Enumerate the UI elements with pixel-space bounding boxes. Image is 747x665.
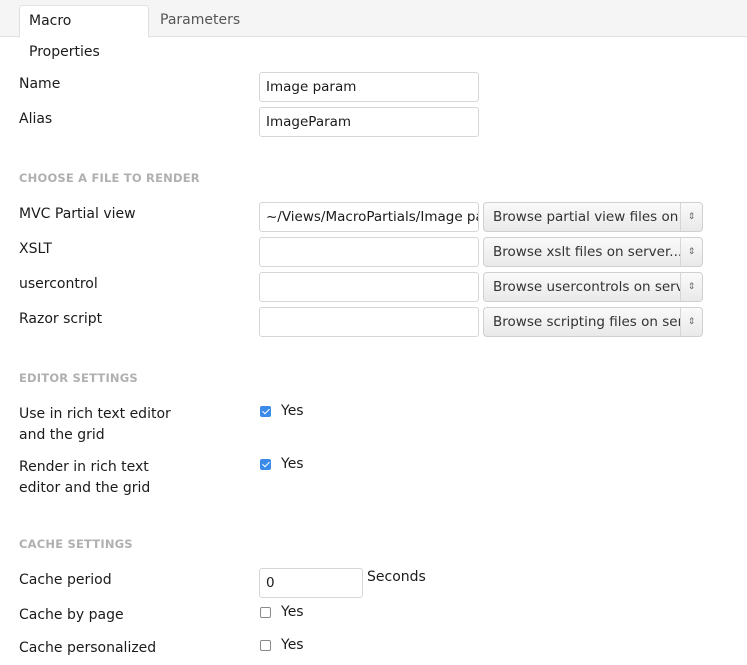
render-in-rte-label-line2: editor and the grid [19,480,151,496]
cache-personalized-checkbox[interactable] [260,640,271,651]
tab-bar: Macro Properties Parameters [0,0,747,60]
name-label: Name [19,76,61,92]
select-value: Browse scripting files on server... [493,314,681,330]
usercontrol-label: usercontrol [19,276,98,292]
use-in-rte-label-line1: Use in rich text editor [19,406,171,422]
tab-parameters[interactable]: Parameters [151,5,249,38]
alias-label: Alias [19,111,53,127]
select-arrows-icon: ⇕ [680,308,702,336]
select-arrows-icon: ⇕ [680,203,702,231]
cache-by-page-label: Cache by page [19,607,124,623]
usercontrol-browse-select[interactable]: Browse usercontrols on server... ⇕ [483,272,703,302]
use-in-rte-option-label[interactable]: Yes [281,403,304,419]
razor-script-input[interactable] [259,307,479,337]
render-in-rte-label-line1: Render in rich text [19,459,149,475]
cache-personalized-option-label[interactable]: Yes [281,637,304,653]
select-value: Browse usercontrols on server... [493,279,681,295]
mvc-partial-view-input[interactable]: ~/Views/MacroPartials/Image param.cshtml [259,202,479,232]
select-arrows-icon: ⇕ [680,273,702,301]
select-value: Browse partial view files on server... [493,209,681,225]
section-heading-render: CHOOSE A FILE TO RENDER [19,171,200,185]
cache-period-input[interactable]: 0 [259,568,363,598]
section-heading-cache: CACHE SETTINGS [19,537,133,551]
render-in-rte-label: Render in rich text editor and the grid [19,457,150,499]
render-in-rte-checkbox[interactable] [260,459,271,470]
select-value: Browse xslt files on server... [493,244,681,260]
xslt-browse-select[interactable]: Browse xslt files on server... ⇕ [483,237,703,267]
razor-script-label: Razor script [19,311,103,327]
cache-by-page-option-label[interactable]: Yes [281,604,304,620]
xslt-label: XSLT [19,241,52,257]
cache-period-unit: Seconds [367,569,426,585]
usercontrol-input[interactable] [259,272,479,302]
mvc-partial-view-label: MVC Partial view [19,206,136,222]
use-in-rte-label: Use in rich text editor and the grid [19,404,171,446]
xslt-input[interactable] [259,237,479,267]
section-heading-editor: EDITOR SETTINGS [19,371,138,385]
name-input[interactable]: Image param [259,72,479,102]
render-in-rte-option-label[interactable]: Yes [281,456,304,472]
alias-input[interactable]: ImageParam [259,107,479,137]
razor-script-browse-select[interactable]: Browse scripting files on server... ⇕ [483,307,703,337]
cache-period-label: Cache period [19,572,112,588]
use-in-rte-checkbox[interactable] [260,406,271,417]
cache-personalized-label: Cache personalized [19,640,157,656]
tab-macro-properties[interactable]: Macro Properties [19,5,149,60]
use-in-rte-label-line2: and the grid [19,427,105,443]
select-arrows-icon: ⇕ [680,238,702,266]
mvc-partial-view-browse-select[interactable]: Browse partial view files on server... ⇕ [483,202,703,232]
cache-by-page-checkbox[interactable] [260,607,271,618]
